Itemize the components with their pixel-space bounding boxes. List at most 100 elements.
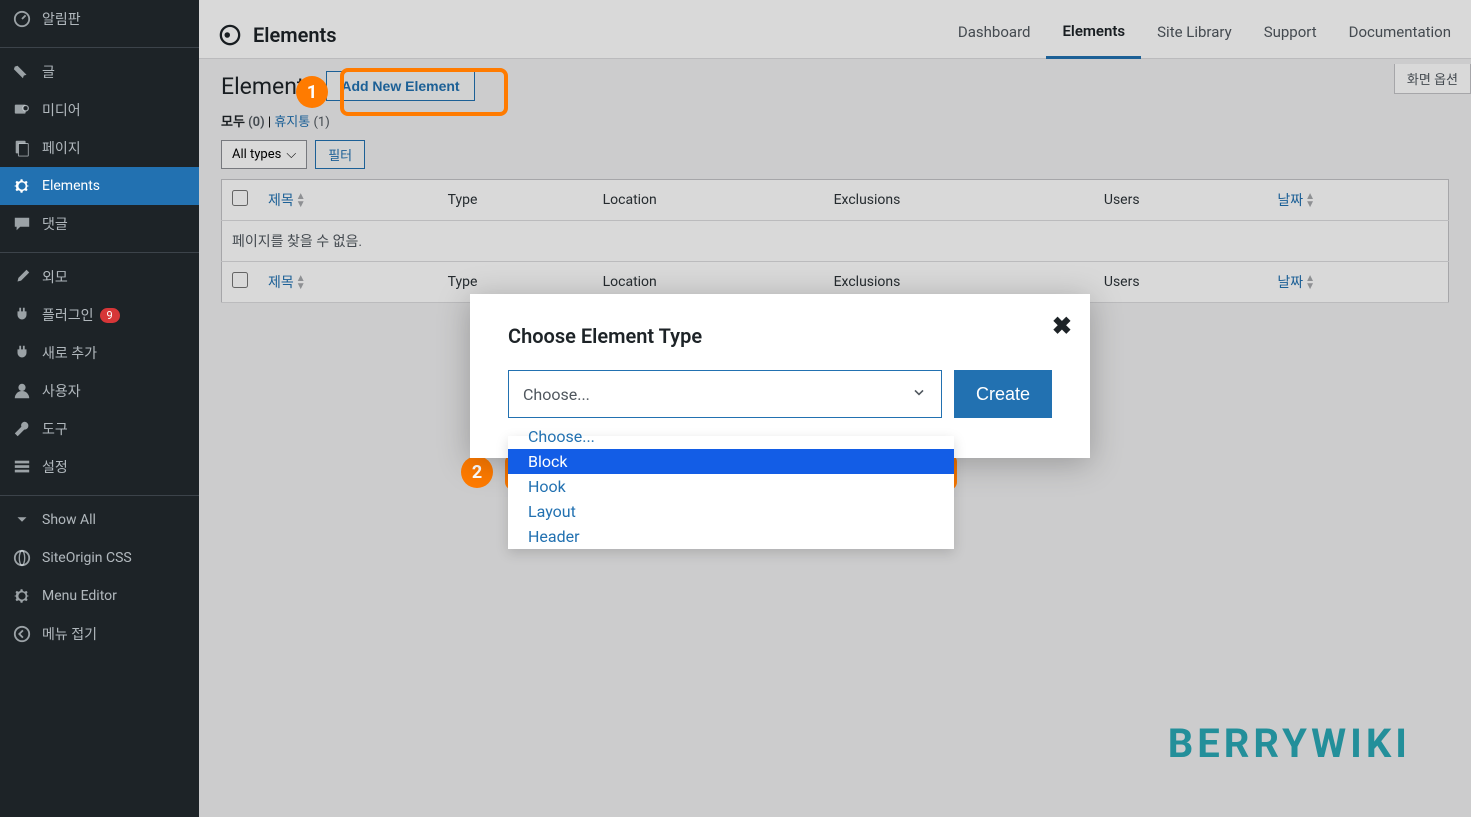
tab-documentation[interactable]: Documentation (1333, 13, 1451, 57)
plugin-icon (12, 305, 32, 325)
sidebar-label: 새로 추가 (42, 343, 97, 363)
page-icon (12, 138, 32, 158)
header-tabs: Elements Dashboard Elements Site Library… (199, 0, 1471, 59)
col-location: Location (593, 180, 824, 221)
annotation-number-1: 1 (296, 76, 328, 108)
sidebar-label: 알림판 (42, 9, 81, 29)
chevron-down-icon: ⌵ (286, 147, 296, 162)
sidebar-item-appearance[interactable]: 외모 (0, 258, 199, 296)
admin-sidebar: 알림판 글 미디어 페이지 Elements 댓글 외모 플러그인 9 새로 추… (0, 0, 199, 817)
tab-dashboard[interactable]: Dashboard (942, 13, 1047, 57)
close-icon[interactable]: ✖ (1052, 312, 1072, 340)
col-title-footer[interactable]: 제목▲▼ (258, 262, 438, 303)
screen-options-label: 화면 옵션 (1407, 73, 1458, 88)
sidebar-item-media[interactable]: 미디어 (0, 91, 199, 129)
watermark-text: BERRYWIKI (1168, 720, 1411, 767)
dropdown-option-header[interactable]: Header (508, 524, 954, 549)
brand-title: Elements (253, 23, 337, 47)
tab-site-library[interactable]: Site Library (1141, 13, 1248, 57)
sidebar-label: 사용자 (42, 381, 81, 401)
menu-separator (0, 43, 199, 48)
dropdown-option-block[interactable]: Block (508, 449, 954, 474)
sidebar-label: Menu Editor (42, 588, 117, 604)
col-exclusions: Exclusions (824, 180, 1094, 221)
modal-title: Choose Element Type (508, 324, 1052, 348)
sidebar-item-tools[interactable]: 도구 (0, 410, 199, 448)
sidebar-item-showall[interactable]: Show All (0, 501, 199, 539)
sort-icon: ▲▼ (296, 275, 306, 291)
sidebar-item-users[interactable]: 사용자 (0, 372, 199, 410)
select-all-header (222, 180, 259, 221)
select-all-checkbox-footer[interactable] (232, 272, 248, 288)
col-date-footer[interactable]: 날짜▲▼ (1267, 262, 1448, 303)
media-icon (12, 100, 32, 120)
sidebar-label: SiteOrigin CSS (42, 550, 132, 566)
user-icon (12, 381, 32, 401)
sidebar-label: 글 (42, 62, 55, 82)
type-filter-dropdown[interactable]: All types ⌵ (221, 140, 307, 169)
menu-separator (0, 248, 199, 253)
sidebar-item-dashboard[interactable]: 알림판 (0, 0, 199, 38)
sidebar-item-plugins[interactable]: 플러그인 9 (0, 296, 199, 334)
sidebar-label: 플러그인 (42, 305, 94, 325)
sidebar-label: 댓글 (42, 214, 68, 234)
element-type-dropdown-list: Choose... Block Hook Layout Header (508, 436, 954, 549)
sidebar-item-elements[interactable]: Elements (0, 167, 199, 205)
filter-button[interactable]: 필터 (315, 140, 365, 169)
col-users: Users (1094, 180, 1267, 221)
screen-options-button[interactable]: 화면 옵션 (1394, 64, 1471, 94)
menu-separator (0, 491, 199, 496)
brush-icon (12, 267, 32, 287)
chevron-down-icon (911, 384, 927, 404)
create-button[interactable]: Create (954, 370, 1052, 418)
sidebar-item-posts[interactable]: 글 (0, 53, 199, 91)
col-type: Type (438, 180, 593, 221)
plugin-icon (12, 343, 32, 363)
sidebar-label: 도구 (42, 419, 68, 439)
element-type-select[interactable]: Choose... (508, 370, 942, 418)
elements-table: 제목▲▼ Type Location Exclusions Users 날짜▲▼… (221, 179, 1449, 303)
sort-icon: ▲▼ (1305, 193, 1315, 209)
col-date[interactable]: 날짜▲▼ (1267, 180, 1448, 221)
gear-icon (12, 176, 32, 196)
sidebar-item-add-new[interactable]: 새로 추가 (0, 334, 199, 372)
tab-support[interactable]: Support (1248, 13, 1333, 57)
comment-icon (12, 214, 32, 234)
col-title[interactable]: 제목▲▼ (258, 180, 438, 221)
dashboard-icon (12, 9, 32, 29)
sidebar-item-comments[interactable]: 댓글 (0, 205, 199, 243)
dropdown-option-layout[interactable]: Layout (508, 499, 954, 524)
dropdown-option-hook[interactable]: Hook (508, 474, 954, 499)
select-placeholder: Choose... (523, 385, 590, 404)
sidebar-label: 메뉴 접기 (42, 624, 97, 644)
sidebar-label: 미디어 (42, 100, 81, 120)
sidebar-label: 외모 (42, 267, 68, 287)
filter-trash-link[interactable]: 휴지통 (1) (274, 115, 329, 130)
sidebar-item-settings[interactable]: 설정 (0, 448, 199, 486)
gear-icon (12, 586, 32, 606)
select-all-footer (222, 262, 259, 303)
sidebar-item-pages[interactable]: 페이지 (0, 129, 199, 167)
sort-icon: ▲▼ (296, 193, 306, 209)
sidebar-label: Show All (42, 512, 96, 528)
sidebar-item-collapse[interactable]: 메뉴 접기 (0, 615, 199, 653)
update-badge: 9 (100, 308, 120, 323)
sidebar-label: 페이지 (42, 138, 81, 158)
sidebar-item-menueditor[interactable]: Menu Editor (0, 577, 199, 615)
type-filter-label: All types (232, 147, 281, 162)
annotation-box-1 (340, 68, 508, 116)
col-users-footer: Users (1094, 262, 1267, 303)
brand-icon (219, 24, 241, 46)
wrench-icon (12, 419, 32, 439)
filters-row: All types ⌵ 필터 (221, 140, 1449, 169)
select-all-checkbox[interactable] (232, 190, 248, 206)
sidebar-label: 설정 (42, 457, 68, 477)
sidebar-item-siteorigin[interactable]: SiteOrigin CSS (0, 539, 199, 577)
tab-elements[interactable]: Elements (1046, 12, 1141, 59)
sidebar-label: Elements (42, 178, 100, 194)
dropdown-option-choose[interactable]: Choose... (508, 424, 954, 449)
chevron-down-icon (12, 510, 32, 530)
filter-all-link[interactable]: 모두 (0) (221, 115, 265, 130)
pin-icon (12, 62, 32, 82)
sort-icon: ▲▼ (1305, 275, 1315, 291)
